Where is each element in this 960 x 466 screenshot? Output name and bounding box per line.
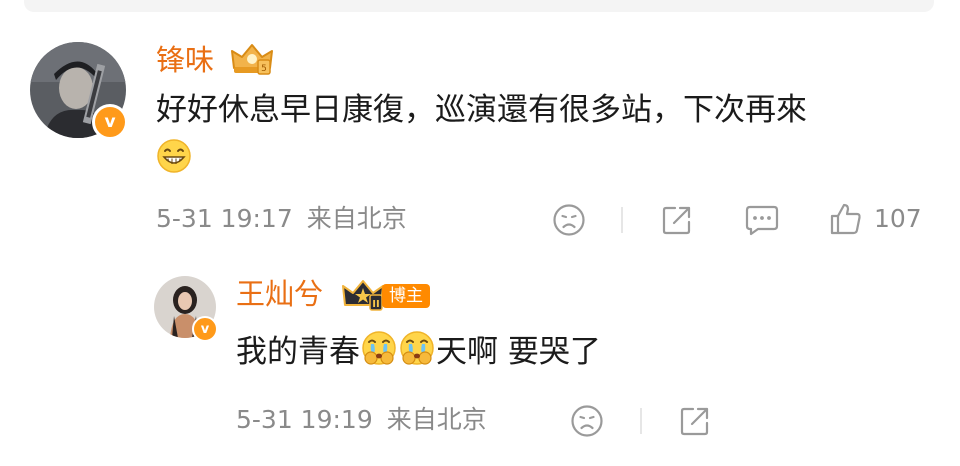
reply-meta: 5-31 19:19 来自北京 bbox=[236, 404, 501, 436]
comment-bubble-icon bbox=[745, 205, 779, 236]
reply-text-part2: 天啊 要哭了 bbox=[436, 334, 601, 370]
crying-face-emoji-icon bbox=[362, 331, 396, 365]
verified-v-icon: v bbox=[92, 104, 128, 140]
share-icon bbox=[662, 206, 691, 235]
reply-date: 5-31 19:19 bbox=[236, 405, 373, 434]
comment-text: 好好休息早日康復，巡演還有很多站，下次再來 bbox=[156, 92, 807, 128]
frown-face-icon bbox=[571, 405, 603, 437]
comment-date: 5-31 19:17 bbox=[156, 204, 293, 233]
reply-username[interactable]: 王灿兮 bbox=[236, 276, 323, 312]
thumbs-up-icon bbox=[830, 203, 861, 235]
svg-text:II: II bbox=[372, 299, 379, 310]
like-button[interactable]: 107 bbox=[828, 201, 922, 237]
blogger-badge: 博主 bbox=[382, 284, 430, 308]
previous-comment-edge bbox=[24, 0, 934, 12]
reply-share-button[interactable] bbox=[678, 404, 712, 438]
crown-level-icon[interactable]: II bbox=[342, 278, 384, 312]
share-button[interactable] bbox=[660, 203, 694, 237]
share-icon bbox=[680, 407, 709, 436]
grinning-face-emoji-icon bbox=[157, 139, 191, 173]
watermark-overlay bbox=[720, 398, 920, 446]
verified-v-icon: v bbox=[192, 316, 218, 342]
crown-badge-icon[interactable]: 5 bbox=[230, 42, 274, 76]
comment-username[interactable]: 锋味 bbox=[156, 42, 214, 78]
like-count: 107 bbox=[874, 204, 922, 233]
reply-text: 我的青春 天啊 要哭了 bbox=[236, 330, 601, 374]
comment-meta: 5-31 19:17 来自北京 bbox=[156, 203, 421, 235]
svg-text:5: 5 bbox=[261, 64, 267, 74]
dislike-button[interactable] bbox=[552, 203, 586, 237]
action-divider bbox=[621, 207, 623, 233]
crying-face-emoji-icon bbox=[400, 331, 434, 365]
reply-dislike-button[interactable] bbox=[570, 404, 604, 438]
reply-button[interactable] bbox=[744, 203, 780, 237]
action-divider bbox=[640, 408, 642, 434]
reply-text-part1: 我的青春 bbox=[236, 334, 360, 370]
reply-location: 来自北京 bbox=[386, 405, 487, 434]
comment-location: 来自北京 bbox=[306, 204, 407, 233]
frown-face-icon bbox=[553, 204, 585, 236]
